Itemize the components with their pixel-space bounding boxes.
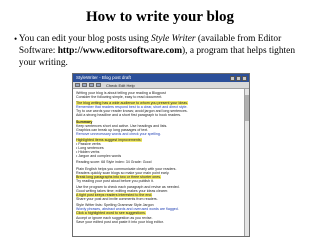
editor-screenshot: StyleWriter - Blog post draft Check Edit… xyxy=(72,73,250,237)
toolbar-button-icon[interactable] xyxy=(75,83,80,87)
bullet-text-part-1: You can edit your blog posts using xyxy=(18,34,152,44)
vendor-url[interactable]: http://www.editorsoftware.com xyxy=(58,46,182,56)
window-controls xyxy=(230,75,249,81)
app-name: Style Writer xyxy=(151,34,196,44)
toolbar-label: Check Edit Help xyxy=(106,82,135,88)
editor-document-body[interactable]: Writing your blog is about telling your … xyxy=(73,89,249,226)
editor-text-line: Save your edited post and paste it into … xyxy=(76,219,164,224)
close-icon[interactable] xyxy=(242,75,247,81)
toolbar-button-icon[interactable] xyxy=(82,83,87,87)
editor-window-title: StyleWriter - Blog post draft xyxy=(76,75,131,80)
scrollbar-thumb[interactable] xyxy=(245,95,249,121)
editor-scrollbar[interactable] xyxy=(244,89,249,236)
minimize-icon[interactable] xyxy=(230,75,235,81)
bullet-text: You can edit your blog posts using Style… xyxy=(19,33,310,69)
maximize-icon[interactable] xyxy=(236,75,241,81)
bullet-item: • You can edit your blog posts using Sty… xyxy=(14,33,310,69)
editor-titlebar: StyleWriter - Blog post draft xyxy=(73,74,249,82)
slide-title: How to write your blog xyxy=(85,9,235,25)
toolbar-button-icon[interactable] xyxy=(96,83,101,87)
editor-toolbar: Check Edit Help xyxy=(73,82,249,89)
toolbar-button-icon[interactable] xyxy=(89,83,94,87)
